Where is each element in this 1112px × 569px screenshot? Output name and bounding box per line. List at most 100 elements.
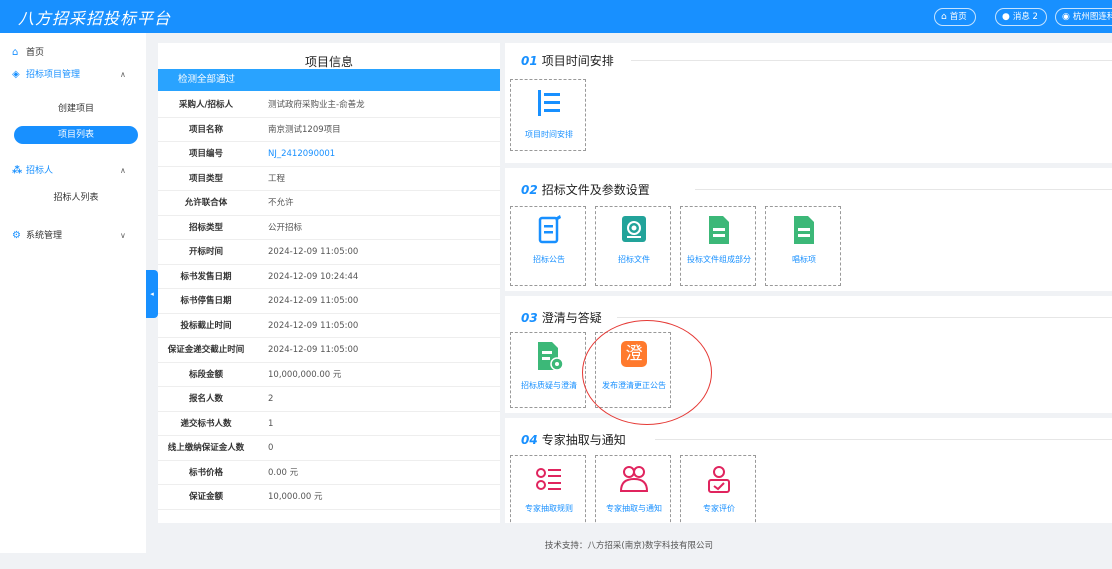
home-icon: ⌂ [941,12,947,22]
user-check-icon [708,466,730,493]
info-row: 投标截止时间 2024-12-09 11:05:00 [158,314,500,338]
info-row-label: 保证金额 [188,492,223,502]
info-row: 保证金额 10,000.00 元 [158,485,500,510]
users-icon: ⁂ [12,165,23,176]
highlight-circle [582,320,712,425]
home-button[interactable]: ⌂ 首页 [934,8,976,26]
section-title: 04 专家抽取与通知 [521,433,626,447]
card-bid-opening-items[interactable]: 唱标项 [765,206,841,286]
info-row-label: 开标时间 [188,247,223,257]
info-row-label: 项目编号 [188,149,223,159]
home-icon: ⌂ [12,47,19,58]
section-experts: 04 专家抽取与通知 专家抽取规则 专家抽取与通知 专家评价 [505,418,1112,527]
users-group-icon [619,466,649,492]
info-row-label: 报名人数 [188,394,223,404]
card-project-schedule[interactable]: 项目时间安排 [510,79,586,151]
user-button[interactable]: ◉ 杭州图连科 [1055,8,1112,26]
card-bid-notice[interactable]: 招标公告 [510,206,586,286]
sidebar: ⌂ 首页 ◈ 招标项目管理 ∧ 创建项目 项目列表 ⁂ 招标人 ∧ 招标人列表 … [0,33,146,553]
info-row-label: 采购人/招标人 [178,100,234,110]
info-row-value: 2024-12-09 11:05:00 [268,296,359,306]
info-row-value: 2024-12-09 10:24:44 [268,271,359,282]
sidebar-item-system[interactable]: ⚙ 系统管理 ∨ [0,226,146,246]
sidebar-item-home[interactable]: ⌂ 首页 [0,43,146,63]
info-row-value[interactable]: NJ_2412090001 [268,142,335,166]
info-row-label: 项目名称 [188,124,223,135]
card-label: 投标文件组成部分 [687,255,751,264]
info-row-value: 不允许 [268,198,294,208]
home-label: 首页 [949,12,967,22]
messages-button[interactable]: ● 消息 2 [995,8,1047,26]
info-row-value: 0.00 元 [268,467,299,478]
info-row: 招标类型 公开招标 [158,216,500,240]
sidebar-item-project-list[interactable]: 项目列表 [14,126,138,144]
divider [695,189,1112,190]
info-row: 项目编号 NJ_2412090001 [158,142,500,167]
footer: 技术支持：八方招采(南京)数字科技有限公司 [146,523,1112,553]
info-row: 允许联合体 不允许 [158,191,500,216]
divider [655,439,1112,440]
chevron-up-icon: ∧ [120,166,126,175]
info-row-value: 1 [268,418,274,429]
sidebar-collapse-handle[interactable]: ◂ [146,270,158,318]
document-edit-icon [538,215,561,244]
info-row-value: 南京测试1209项目 [268,124,341,135]
chevron-down-icon: ∨ [120,231,126,240]
user-icon: ◉ [1062,12,1070,22]
info-row: 项目类型 工程 [158,167,500,191]
card-bid-composition[interactable]: 投标文件组成部分 [680,206,756,286]
check-status-bar: 检测全部通过 [158,69,500,91]
info-row: 线上缴纳保证金人数 0 [158,436,500,461]
gear-icon: ⚙ [12,230,21,241]
card-expert-rules[interactable]: 专家抽取规则 [510,455,586,527]
info-row-label: 线上缴纳保证金人数 [167,443,245,453]
workflow-panel: 01 项目时间安排 项目时间安排 02 招标文件及参数设置 招标公告 招标文件 … [505,43,1112,527]
info-row: 标段金额 10,000,000.00 元 [158,363,500,387]
info-row: 标书价格 0.00 元 [158,461,500,485]
chevron-left-icon: ◂ [150,290,154,298]
info-row-label: 投标截止时间 [180,320,232,331]
info-row-label: 递交标书人数 [180,418,232,429]
card-label: 唱标项 [792,255,816,264]
info-row-label: 标书停售日期 [180,296,232,306]
top-bar: 八方招采招投标平台 ⌂ 首页 ● 消息 2 ◉ 杭州图连科 [0,0,1112,33]
file-search-icon [622,216,646,242]
sidebar-item-tenderer-list[interactable]: 招标人列表 [14,189,138,207]
info-row-value: 2024-12-09 11:05:00 [268,247,359,257]
sidebar-item-label: 招标人 [26,166,54,176]
info-row-value: 公开招标 [268,222,303,233]
info-row-value: 2024-12-09 11:05:00 [268,320,359,331]
card-expert-evaluation[interactable]: 专家评价 [680,455,756,527]
info-row-label: 标书价格 [188,467,223,478]
info-row-label: 标书发售日期 [180,271,232,282]
info-row-value: 2 [268,394,274,404]
card-bid-query-clarify[interactable]: 招标质疑与澄清 [510,332,586,408]
info-row: 报名人数 2 [158,387,500,412]
info-row: 采购人/招标人 测试政府采购业主-俞善龙 [158,93,500,118]
info-row: 递交标书人数 1 [158,412,500,436]
sidebar-item-tenderer[interactable]: ⁂ 招标人 ∧ [0,161,146,181]
project-info-panel: 项目信息 检测全部通过 采购人/招标人 测试政府采购业主-俞善龙 项目名称 南京测试1… [158,43,500,523]
section-schedule: 01 项目时间安排 项目时间安排 [505,43,1112,163]
list-timeline-icon [538,90,560,116]
card-label: 专家评价 [703,504,735,513]
card-bid-file[interactable]: 招标文件 [595,206,671,286]
sidebar-item-bid-mgmt[interactable]: ◈ 招标项目管理 ∧ [0,65,146,85]
layers-icon: ◈ [12,69,20,80]
sidebar-item-label: 系统管理 [26,231,63,241]
info-row-label: 允许联合体 [184,198,228,208]
info-row: 开标时间 2024-12-09 11:05:00 [158,240,500,265]
card-label: 招标公告 [533,255,565,264]
info-row-label: 保证金递交截止时间 [167,345,245,355]
card-expert-draw-notify[interactable]: 专家抽取与通知 [595,455,671,527]
file-settings-icon [538,342,564,371]
info-row-label: 项目类型 [188,173,223,184]
sidebar-item-create-project[interactable]: 创建项目 [14,100,138,118]
chevron-up-icon: ∧ [120,70,126,79]
section-title: 01 项目时间安排 [521,54,614,68]
info-row: 标书停售日期 2024-12-09 11:05:00 [158,289,500,314]
info-row-value: 工程 [268,173,286,184]
bell-icon: ● [1002,12,1010,22]
list-rules-icon [536,468,561,490]
file-sheet-icon [794,216,814,244]
